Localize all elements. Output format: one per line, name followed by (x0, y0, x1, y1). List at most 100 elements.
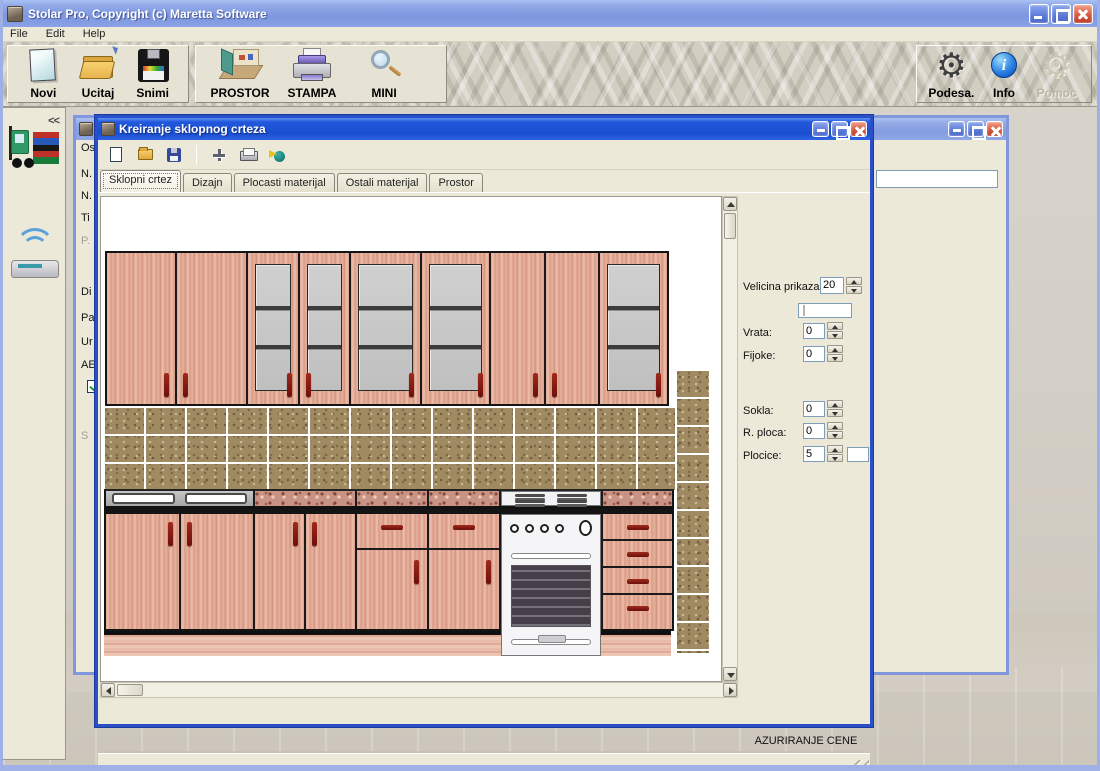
tab-dizajn[interactable]: Dizajn (183, 173, 232, 192)
oven-handle (511, 553, 591, 559)
bg-text-field[interactable] (876, 170, 998, 188)
velicina-spinner[interactable] (846, 277, 862, 294)
plocice-field[interactable]: 5 (803, 446, 825, 462)
help-gear-icon: ⚙ (1034, 47, 1080, 85)
stampa-button[interactable]: STAMPA (276, 47, 348, 100)
main-toolbar: Novi Ucitaj Snimi PROSTOR STAMPA MI (3, 42, 1097, 107)
app-icon (7, 6, 23, 22)
plocice-aux-field[interactable] (847, 447, 869, 462)
tab-bar: Sklopni crtez Dizajn Plocasti materijal … (98, 170, 870, 193)
tab-sklopni-crtez[interactable]: Sklopni crtez (100, 170, 181, 192)
cw-open-button[interactable] (135, 145, 155, 165)
sokla-spinner[interactable] (827, 400, 843, 417)
close-button[interactable] (1073, 4, 1093, 24)
maximize-button[interactable] (1051, 4, 1071, 24)
cw-new-button[interactable] (106, 145, 126, 165)
mini-button[interactable]: MINI (348, 47, 420, 100)
velicina-aux-field[interactable] (798, 303, 852, 318)
new-document-icon (20, 47, 66, 85)
door-handle (306, 373, 311, 397)
exit-preview-icon (269, 148, 285, 162)
scroll-right-button[interactable] (723, 683, 737, 697)
tab-ostali-materijal[interactable]: Ostali materijal (337, 173, 428, 192)
glass-divider (359, 306, 412, 310)
snimi-button[interactable]: Snimi (125, 47, 180, 100)
scroll-left-button[interactable] (101, 683, 115, 697)
forklift-icon[interactable] (9, 124, 61, 186)
vertical-scrollbar[interactable] (722, 196, 738, 682)
kreiranje-titlebar: Kreiranje sklopnog crteza (98, 118, 870, 140)
velicina-field[interactable]: 20 (820, 277, 844, 294)
glass-divider (308, 306, 341, 310)
info-button[interactable]: i Info (978, 47, 1031, 100)
tab-prostor[interactable]: Prostor (429, 173, 482, 192)
magnifier-icon (361, 47, 407, 85)
horizontal-scrollbar[interactable] (100, 682, 738, 698)
scroll-up-button[interactable] (723, 197, 737, 211)
base-cabinet-door (106, 514, 179, 629)
scroll-down-button[interactable] (723, 667, 737, 681)
settings-panel: Velicina prikaza: 20 Vrata: 0 Fijoke: 0 … (739, 193, 870, 700)
glass-pane (307, 264, 342, 391)
glass-pane (255, 264, 291, 391)
glass-divider (359, 345, 412, 349)
info-icon: i (981, 47, 1027, 85)
vrata-field[interactable]: 0 (803, 323, 825, 339)
cw-print-button[interactable] (238, 145, 258, 165)
cw-close-button[interactable] (850, 121, 867, 137)
vertical-scroll-thumb[interactable] (724, 213, 736, 239)
plocice-spinner[interactable] (827, 445, 843, 462)
sokla-field[interactable]: 0 (803, 401, 825, 417)
door-handle (552, 373, 557, 397)
fijoke-spinner[interactable] (827, 345, 843, 362)
fijoke-field[interactable]: 0 (803, 346, 825, 362)
plocice-label: Plocice: (743, 450, 782, 462)
ucitaj-button[interactable]: Ucitaj (71, 47, 126, 100)
oven-drawer-handle (511, 639, 591, 645)
base-cabinet-door (357, 550, 427, 629)
prostor-button[interactable]: PROSTOR (204, 47, 276, 100)
r-ploca-field[interactable]: 0 (803, 423, 825, 439)
horizontal-scroll-thumb[interactable] (117, 684, 143, 696)
scanner-icon[interactable] (9, 226, 61, 284)
bg-maximize-button[interactable] (967, 121, 984, 137)
drawer-stack (603, 514, 672, 629)
menu-edit[interactable]: Edit (46, 28, 65, 40)
toolbar-group-view: PROSTOR STAMPA MINI (195, 45, 447, 103)
cw-exit-button[interactable] (267, 145, 287, 165)
cw-maximize-button[interactable] (831, 121, 848, 137)
glass-pane (429, 264, 482, 391)
drawing-canvas[interactable] (100, 196, 722, 682)
upper-cabinet-door (107, 253, 175, 404)
podesa-button[interactable]: ⚙ Podesa. (925, 47, 978, 100)
upper-cabinet-door (546, 253, 598, 404)
stove-knob (540, 524, 549, 533)
resize-grip[interactable] (853, 760, 869, 771)
door-handle (409, 373, 414, 397)
menu-file[interactable]: File (10, 28, 28, 40)
status-bar (98, 753, 870, 771)
bg-close-button[interactable] (986, 121, 1003, 137)
door-handle (312, 522, 317, 546)
bg-minimize-button[interactable] (948, 121, 965, 137)
velicina-label: Velicina prikaza: (743, 281, 823, 293)
cw-save-button[interactable] (164, 145, 184, 165)
burner (515, 494, 545, 497)
minimize-button[interactable] (1029, 4, 1049, 24)
cw-minimize-button[interactable] (812, 121, 829, 137)
toolbar-group-system: ⚙ Podesa. i Info ⚙ Pomoc (916, 45, 1092, 103)
base-cabinets (104, 509, 674, 631)
r-ploca-spinner[interactable] (827, 422, 843, 439)
burner (557, 494, 587, 497)
pomoc-button[interactable]: ⚙ Pomoc (1030, 47, 1083, 100)
novi-button[interactable]: Novi (16, 47, 71, 100)
drawer-handle (627, 552, 649, 557)
door-handle (486, 560, 491, 584)
vrata-spinner[interactable] (827, 322, 843, 339)
cw-add-button[interactable] (209, 145, 229, 165)
base-cabinet-door (429, 550, 499, 629)
glass-divider (430, 306, 481, 310)
tab-plocasti-materijal[interactable]: Plocasti materijal (234, 173, 335, 192)
menu-help[interactable]: Help (83, 28, 106, 40)
door-handle (656, 373, 661, 397)
